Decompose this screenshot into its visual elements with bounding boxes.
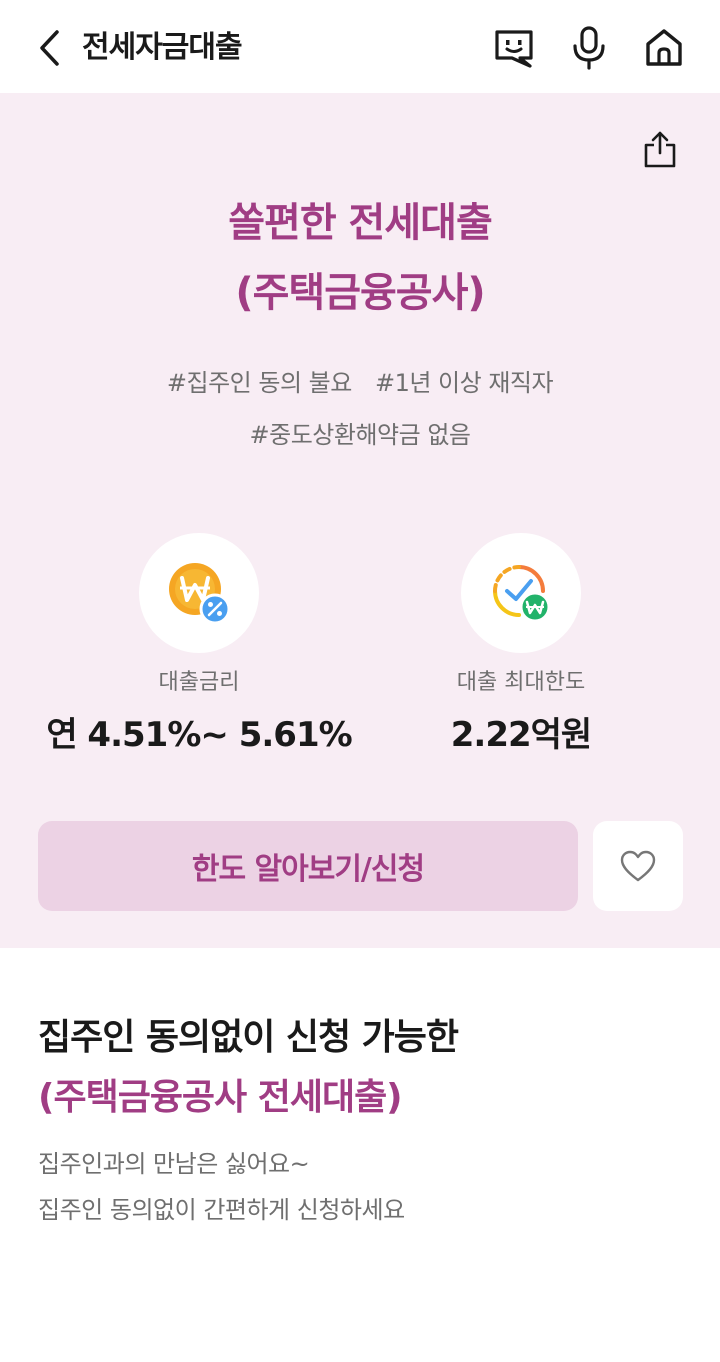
favorite-button[interactable]	[593, 821, 683, 911]
voice-search-button[interactable]	[565, 24, 613, 72]
interest-rate-icon-badge	[139, 533, 259, 653]
loan-limit-icon-badge	[461, 533, 581, 653]
interest-rate-label: 대출금리	[158, 670, 240, 695]
share-icon	[644, 131, 676, 168]
tag-row: #집주인 동의 불요 #1년 이상 재직자	[0, 366, 720, 400]
chatbot-button[interactable]	[490, 24, 538, 72]
product-subtitle: (주택금융공사)	[235, 270, 485, 316]
check-limit-apply-button[interactable]: 한도 알아보기/신청	[38, 821, 578, 911]
section-heading: 집주인 동의없이 신청 가능한	[38, 1017, 459, 1058]
back-button[interactable]	[30, 26, 70, 70]
loan-limit-label: 대출 최대한도	[456, 670, 586, 695]
chatbot-icon	[495, 30, 533, 68]
won-check-gauge-icon	[493, 565, 551, 623]
section-description: 집주인 동의없이 간편하게 신청하세요	[38, 1196, 405, 1224]
section-heading-accent: (주택금융공사 전세대출)	[38, 1077, 403, 1118]
microphone-icon	[573, 26, 605, 70]
heart-icon	[620, 850, 656, 882]
top-app-bar: 전세자금대출	[0, 0, 720, 93]
product-title: 쏠편한 전세대출	[228, 200, 493, 246]
home-button[interactable]	[640, 24, 688, 72]
section-description: 집주인과의 만남은 싫어요~	[38, 1150, 310, 1178]
loan-limit-value: 2.22억원	[450, 715, 592, 755]
home-icon	[646, 29, 682, 66]
interest-rate-value: 연 4.51%~ 5.61%	[46, 715, 352, 755]
tag-row: #중도상환해약금 없음	[0, 418, 720, 452]
tag-label: #집주인 동의 불요	[166, 369, 352, 397]
tag-label: #1년 이상 재직자	[374, 369, 554, 397]
share-button[interactable]	[638, 127, 682, 171]
back-arrow-icon	[40, 30, 59, 66]
won-percent-icon	[169, 563, 231, 625]
page-title: 전세자금대출	[82, 30, 243, 65]
tag-label: #중도상환해약금 없음	[249, 421, 471, 449]
product-hero: 쏠편한 전세대출 (주택금융공사) #집주인 동의 불요 #1년 이상 재직자 …	[0, 93, 720, 948]
